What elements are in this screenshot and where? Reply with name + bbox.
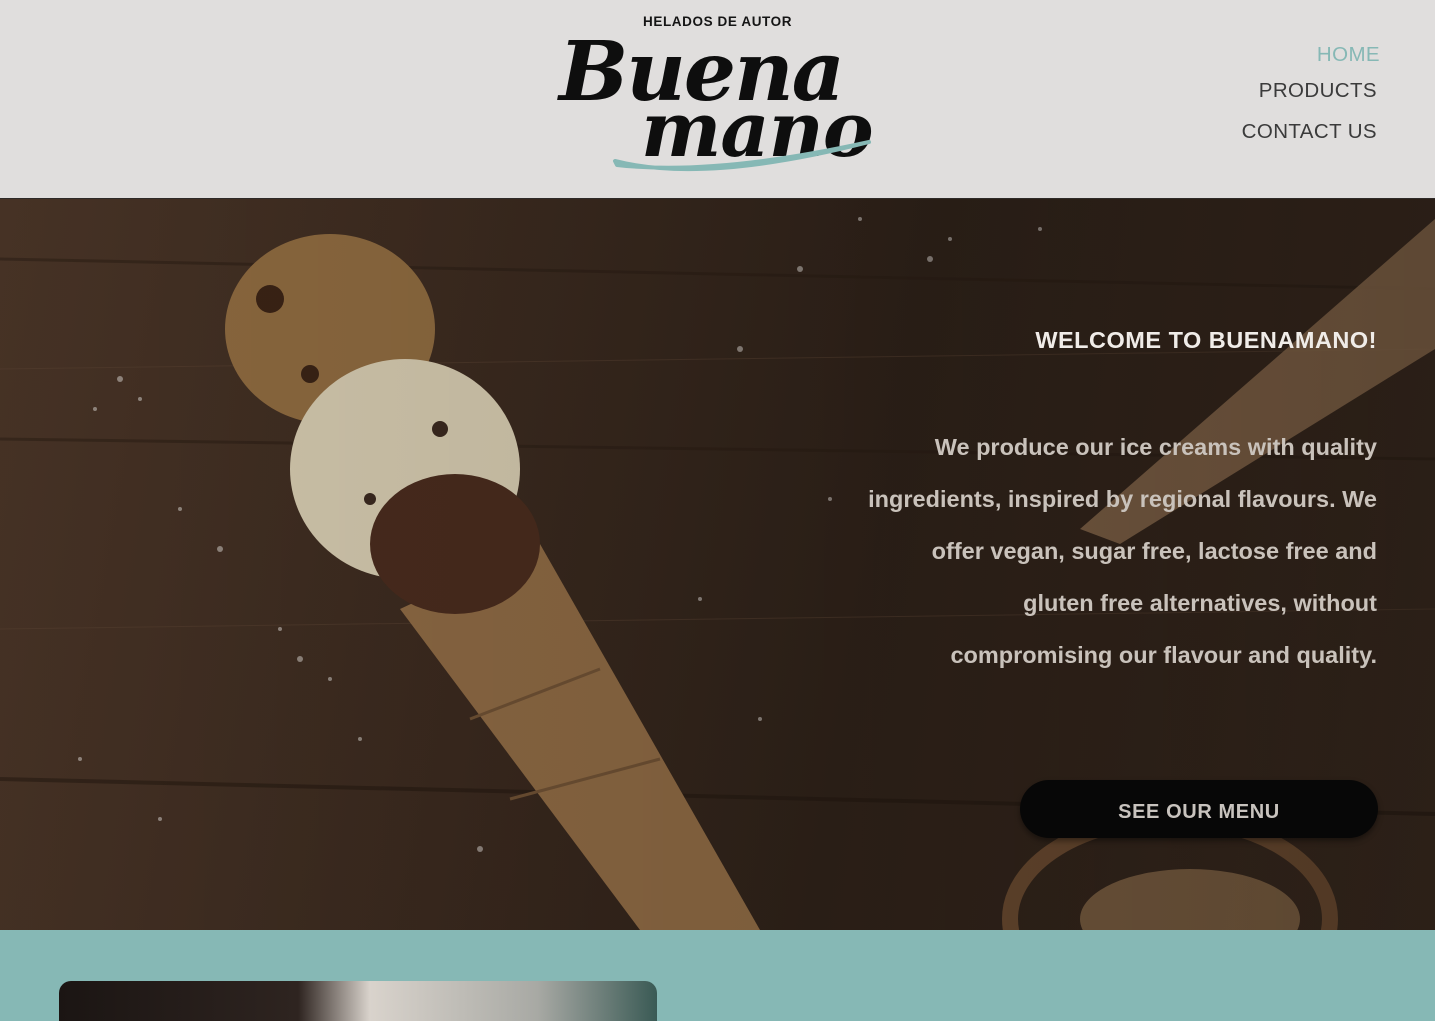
nav-home-link[interactable]: HOME [1317,40,1380,72]
logo-tagline: HELADOS DE AUTOR [643,14,793,29]
main-nav: HOME PRODUCTS CONTACT US [1242,40,1380,152]
buenamano-logo[interactable]: Buena mano HELADOS DE AUTOR [555,8,875,188]
see-our-menu-button[interactable]: SEE OUR MENU [1020,780,1378,838]
logo-graphic: Buena mano [557,24,874,174]
hero-description: We produce our ice creams with quality i… [868,434,1377,668]
site-header: Buena mano HELADOS DE AUTOR HOME PRODUCT… [0,0,1435,199]
hero-title: WELCOME TO BUENAMANO! [1035,327,1377,353]
product-photo-card [59,981,657,1021]
nav-contact-link[interactable]: CONTACT US [1242,112,1377,152]
hero-section: WELCOME TO BUENAMANO! We produce our ice… [0,199,1435,930]
nav-products-link[interactable]: PRODUCTS [1259,72,1377,112]
about-section [0,930,1435,1021]
